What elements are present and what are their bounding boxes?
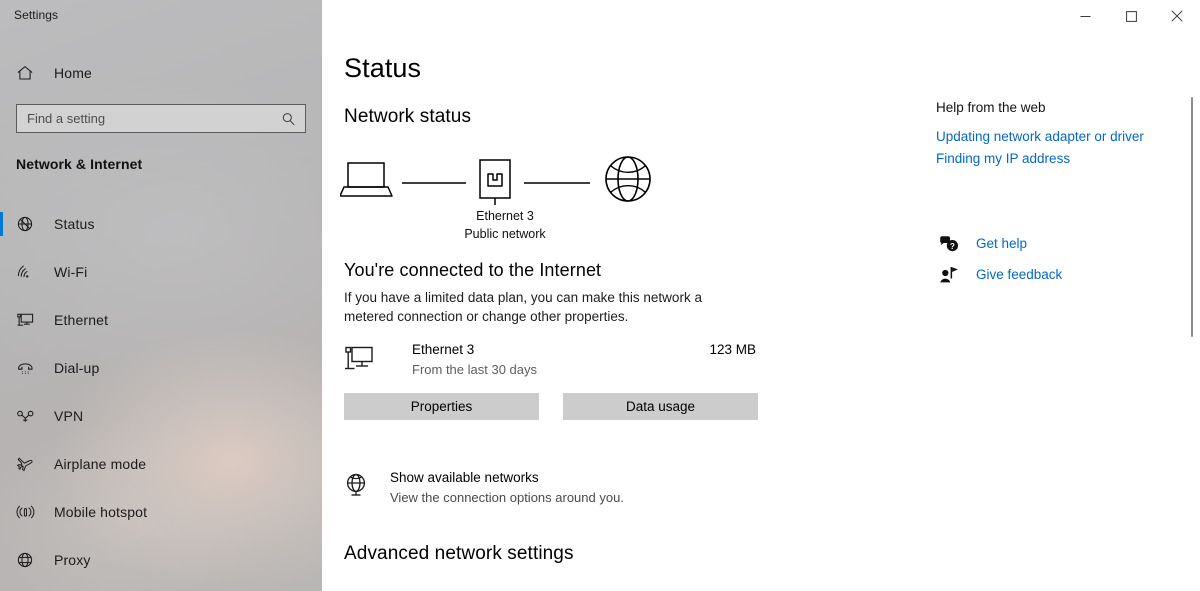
sidebar-item-vpn[interactable]: VPN — [0, 396, 322, 436]
data-usage-button[interactable]: Data usage — [563, 393, 758, 420]
home-icon — [16, 64, 44, 82]
sidebar-item-proxy[interactable]: Proxy — [0, 540, 322, 580]
hotspot-icon — [16, 503, 44, 521]
sidebar-item-home[interactable]: Home — [0, 53, 322, 93]
ethernet-icon — [16, 311, 44, 329]
available-networks-subtitle: View the connection options around you. — [390, 490, 624, 505]
vpn-key-icon — [16, 407, 44, 425]
sidebar-item-label: Status — [54, 216, 95, 232]
selection-indicator — [0, 212, 3, 236]
globe-icon — [605, 156, 651, 202]
usage-adapter-name: Ethernet 3 — [412, 342, 475, 357]
feedback-person-icon — [936, 266, 962, 284]
laptop-icon — [340, 162, 393, 197]
sidebar-item-label: Ethernet — [54, 312, 109, 328]
maximize-button[interactable] — [1108, 0, 1154, 32]
settings-window: Settings Home Find a setting Network & I… — [0, 0, 1200, 591]
window-controls — [1062, 0, 1200, 32]
ethernet-monitor-icon — [344, 346, 374, 377]
sidebar-item-ethernet[interactable]: Ethernet — [0, 300, 322, 340]
usage-period: From the last 30 days — [412, 362, 537, 377]
page-title: Status — [344, 53, 422, 83]
sidebar-item-status[interactable]: Status — [0, 204, 322, 244]
sidebar: Settings Home Find a setting Network & I… — [0, 0, 322, 591]
maximize-icon — [1125, 10, 1137, 22]
help-panel: Help from the web Updating network adapt… — [936, 100, 1186, 282]
wifi-icon — [16, 263, 44, 281]
globe-networks-icon — [344, 472, 370, 503]
main-content: Status Network status Ethernet 3 Public … — [322, 0, 1200, 591]
search-field[interactable] — [16, 104, 306, 133]
sidebar-category-title: Network & Internet — [16, 156, 143, 172]
sidebar-item-label: Mobile hotspot — [54, 504, 148, 520]
get-help-action[interactable]: ? Get help — [936, 228, 1186, 259]
sidebar-item-label: Proxy — [54, 552, 91, 568]
help-actions: ? Get help Give feedback — [936, 228, 1186, 290]
sidebar-item-airplane-mode[interactable]: Airplane mode — [0, 444, 322, 484]
section-heading-network-status: Network status — [344, 106, 472, 127]
airplane-icon — [16, 455, 44, 473]
scrollbar-thumb[interactable] — [1191, 97, 1193, 337]
scrollbar-track[interactable] — [1184, 0, 1200, 591]
give-feedback-action[interactable]: Give feedback — [936, 259, 1186, 290]
sidebar-item-label: Home — [54, 65, 92, 81]
network-adapter-icon — [479, 159, 511, 205]
network-map: Ethernet 3 Public network — [340, 155, 670, 250]
sidebar-item-label: Dial-up — [54, 360, 100, 376]
search-input[interactable] — [17, 105, 267, 132]
section-heading-advanced: Advanced network settings — [344, 543, 574, 564]
globe-proxy-icon — [16, 551, 44, 569]
sidebar-item-label: VPN — [54, 408, 84, 424]
properties-button[interactable]: Properties — [344, 393, 539, 420]
help-link-updating-driver[interactable]: Updating network adapter or driver — [936, 129, 1186, 144]
available-networks-title: Show available networks — [390, 470, 539, 485]
data-usage-summary: Ethernet 3 From the last 30 days 123 MB — [344, 340, 756, 382]
help-link-finding-ip[interactable]: Finding my IP address — [936, 151, 1186, 166]
connected-description: If you have a limited data plan, you can… — [344, 290, 702, 324]
network-map-network-type: Public network — [464, 227, 546, 241]
network-map-adapter-name: Ethernet 3 — [476, 209, 534, 223]
give-feedback-label: Give feedback — [976, 267, 1063, 282]
show-available-networks[interactable]: Show available networks View the connect… — [342, 468, 742, 510]
app-title: Settings — [14, 8, 59, 22]
connected-heading: You're connected to the Internet — [344, 260, 602, 280]
sidebar-item-label: Airplane mode — [54, 456, 147, 472]
usage-amount: 123 MB — [709, 342, 756, 357]
minimize-icon — [1080, 15, 1090, 17]
sidebar-item-dialup[interactable]: Dial-up — [0, 348, 322, 388]
close-icon — [1171, 10, 1183, 22]
get-help-label: Get help — [976, 236, 1028, 251]
dialup-phone-icon — [16, 359, 44, 377]
help-panel-heading: Help from the web — [936, 100, 1046, 115]
sidebar-item-wifi[interactable]: Wi-Fi — [0, 252, 322, 292]
sidebar-item-mobile-hotspot[interactable]: Mobile hotspot — [0, 492, 322, 532]
minimize-button[interactable] — [1062, 0, 1108, 32]
close-button[interactable] — [1154, 0, 1200, 32]
svg-text:?: ? — [950, 242, 955, 251]
sidebar-item-label: Wi-Fi — [54, 264, 88, 280]
globe-status-icon — [16, 215, 44, 233]
search-icon[interactable] — [281, 111, 296, 126]
question-bubble-icon: ? — [936, 235, 962, 253]
